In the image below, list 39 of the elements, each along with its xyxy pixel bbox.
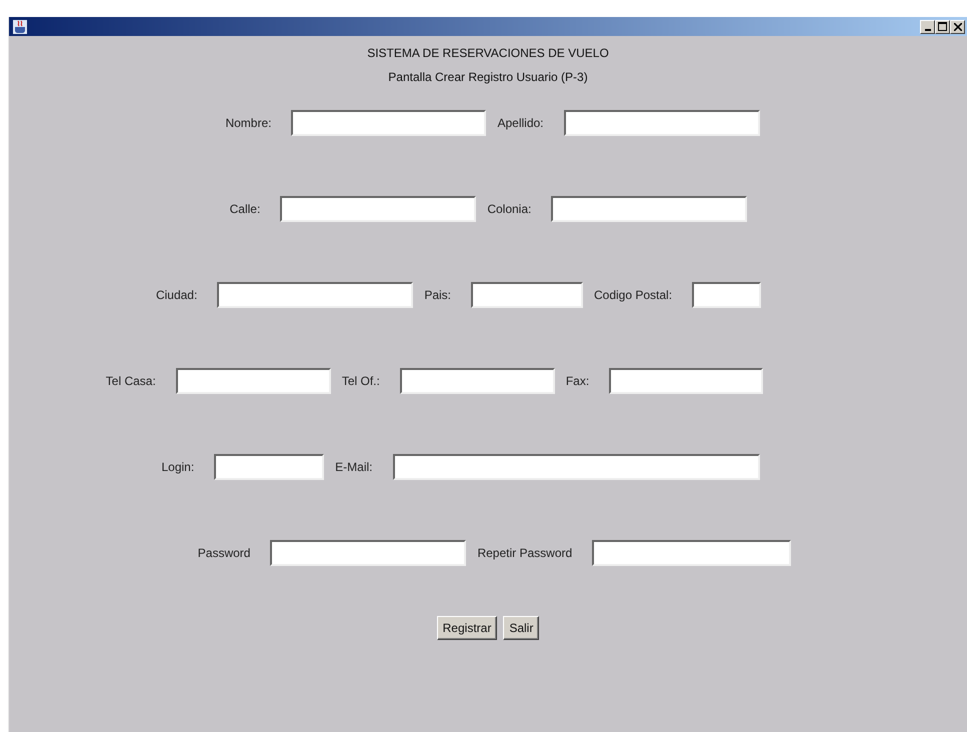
field-label: Pais: bbox=[424, 287, 451, 304]
app-icon bbox=[12, 18, 28, 34]
input-field[interactable] bbox=[400, 368, 555, 394]
field-label: Tel Casa: bbox=[106, 373, 156, 390]
field-label: Calle: bbox=[230, 201, 260, 218]
field-label: Repetir Password bbox=[477, 545, 572, 562]
field-label: Nombre: bbox=[225, 115, 272, 132]
input-field[interactable] bbox=[592, 540, 792, 566]
input-field[interactable] bbox=[551, 196, 748, 222]
input-field[interactable] bbox=[692, 282, 762, 308]
field-label: Colonia: bbox=[487, 201, 532, 218]
input-field[interactable] bbox=[609, 368, 764, 394]
input-field[interactable] bbox=[214, 454, 324, 480]
input-field[interactable] bbox=[471, 282, 583, 308]
input-field[interactable] bbox=[564, 110, 760, 136]
minimize-icon bbox=[924, 28, 930, 30]
screen-title: Pantalla Crear Registro Usuario (P-3) bbox=[388, 69, 588, 86]
app-title: SISTEMA DE RESERVACIONES DE VUELO bbox=[367, 45, 609, 62]
exit-button[interactable]: Salir bbox=[503, 616, 540, 640]
field-label: Codigo Postal: bbox=[594, 287, 672, 304]
input-field[interactable] bbox=[280, 196, 476, 222]
input-field[interactable] bbox=[392, 454, 760, 480]
field-label: Fax: bbox=[566, 373, 590, 390]
field-label: Ciudad: bbox=[156, 287, 198, 304]
input-field[interactable] bbox=[217, 282, 414, 308]
maximize-button[interactable] bbox=[935, 20, 950, 34]
input-field[interactable] bbox=[270, 540, 466, 566]
close-button[interactable] bbox=[950, 20, 965, 34]
field-label: Apellido: bbox=[497, 115, 544, 132]
field-label: E-Mail: bbox=[335, 459, 373, 476]
close-icon bbox=[954, 22, 962, 30]
field-label: Password bbox=[198, 545, 250, 562]
minimize-button[interactable] bbox=[920, 20, 935, 34]
input-field[interactable] bbox=[176, 368, 331, 394]
field-label: Login: bbox=[161, 459, 194, 476]
register-button[interactable]: Registrar bbox=[436, 616, 498, 640]
input-field[interactable] bbox=[291, 110, 486, 136]
field-label: Tel Of.: bbox=[342, 373, 380, 390]
maximize-icon bbox=[938, 22, 947, 31]
